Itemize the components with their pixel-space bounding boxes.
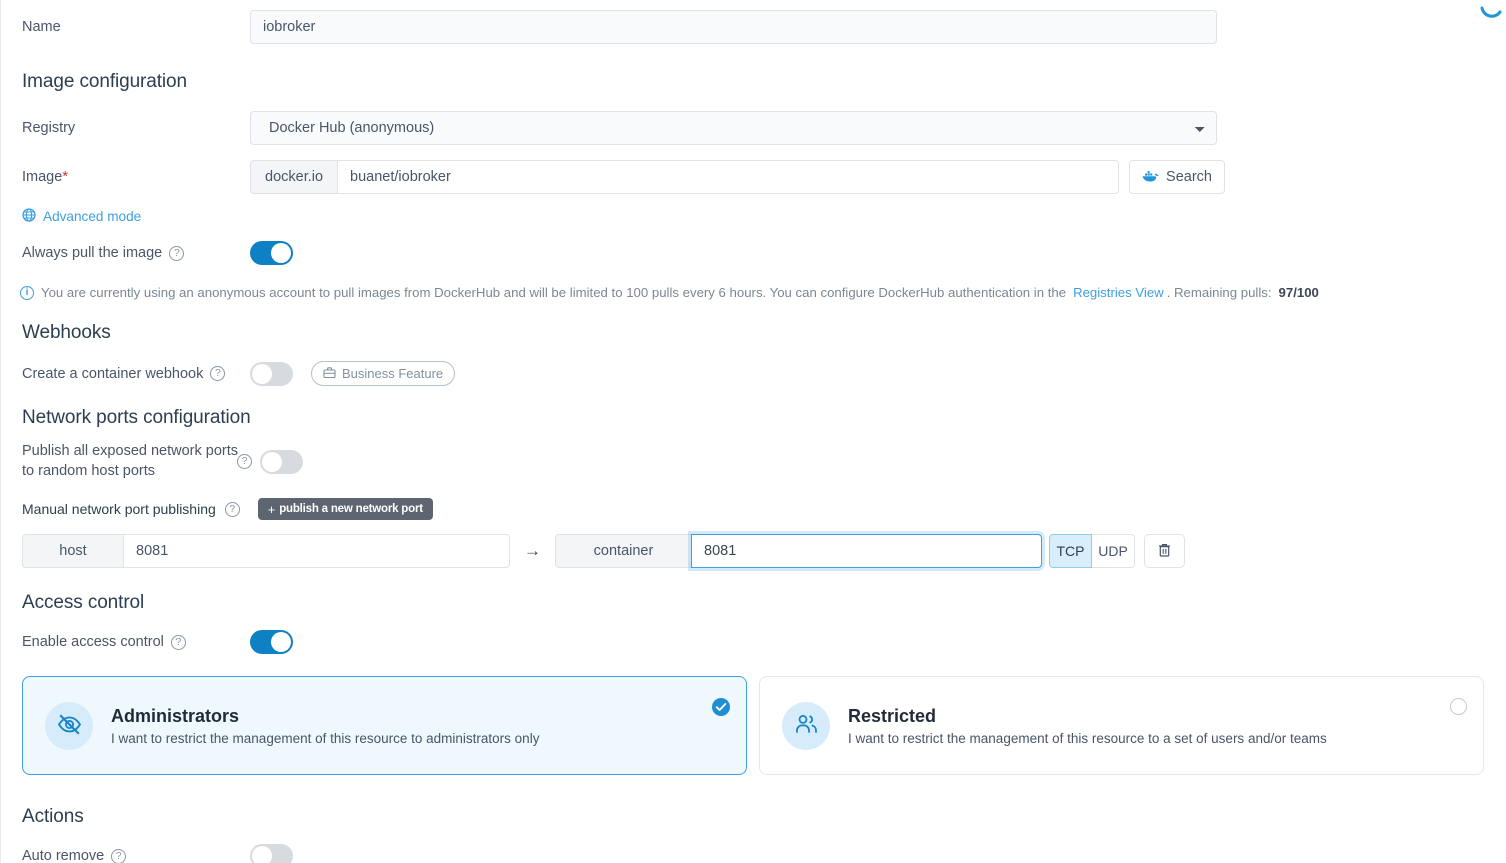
protocol-tcp-button[interactable]: TCP xyxy=(1049,534,1092,568)
container-port-input[interactable] xyxy=(691,534,1042,568)
check-circle-icon xyxy=(712,698,730,716)
administrators-description: I want to restrict the management of thi… xyxy=(111,731,539,746)
create-webhook-label: Create a container webhook xyxy=(22,366,203,382)
protocol-selector: TCP UDP xyxy=(1049,534,1135,568)
enable-access-control-label: Enable access control xyxy=(22,634,164,650)
business-feature-label: Business Feature xyxy=(342,366,443,381)
always-pull-toggle[interactable] xyxy=(250,241,293,265)
search-button-label: Search xyxy=(1166,169,1212,185)
plus-icon: + xyxy=(268,502,275,517)
image-label: Image* xyxy=(0,169,250,185)
question-mark-icon[interactable]: ? xyxy=(111,849,126,863)
publish-all-row: Publish all exposed network ports to ran… xyxy=(0,442,1506,481)
webhooks-title: Webhooks xyxy=(0,322,1506,344)
search-image-button[interactable]: Search xyxy=(1129,160,1225,194)
question-mark-icon[interactable]: ? xyxy=(171,635,186,650)
image-required-marker: * xyxy=(62,169,68,185)
question-mark-icon[interactable]: ? xyxy=(169,246,184,261)
enable-access-control-row: Enable access control ? xyxy=(0,630,1506,654)
manual-publishing-label: Manual network port publishing xyxy=(0,501,216,517)
protocol-udp-button[interactable]: UDP xyxy=(1092,534,1135,568)
network-ports-title: Network ports configuration xyxy=(0,407,1506,429)
image-input-group: docker.io xyxy=(250,160,1119,194)
dockerhub-rate-limit-info: i You are currently using an anonymous a… xyxy=(0,285,1506,300)
container-create-form: Name Image configuration Registry Docker… xyxy=(0,0,1506,863)
add-network-port-label: publish a new network port xyxy=(279,503,423,515)
administrators-text-block: Administrators I want to restrict the ma… xyxy=(111,706,539,746)
image-registry-prefix: docker.io xyxy=(250,160,337,194)
access-option-administrators[interactable]: Administrators I want to restrict the ma… xyxy=(22,676,747,775)
publish-all-toggle[interactable] xyxy=(260,450,303,474)
loading-spinner-icon xyxy=(1478,2,1504,28)
image-label-text: Image xyxy=(22,169,62,185)
create-webhook-toggle[interactable] xyxy=(250,362,293,386)
trash-icon xyxy=(1157,542,1172,561)
restricted-description: I want to restrict the management of thi… xyxy=(848,731,1327,746)
question-mark-icon[interactable]: ? xyxy=(210,366,225,381)
registry-row: Registry Docker Hub (anonymous) xyxy=(0,111,1506,145)
name-label: Name xyxy=(0,19,250,35)
remaining-pulls-value: 97/100 xyxy=(1279,285,1319,300)
always-pull-label: Always pull the image xyxy=(22,245,162,261)
question-mark-icon[interactable]: ? xyxy=(225,502,240,517)
administrators-title: Administrators xyxy=(111,706,539,727)
container-port-group: container xyxy=(555,534,1042,568)
business-feature-badge: Business Feature xyxy=(311,361,455,386)
dockerhub-info-text-after: . Remaining pulls: xyxy=(1167,285,1272,300)
advanced-mode-link[interactable]: Advanced mode xyxy=(0,208,1506,225)
image-input[interactable] xyxy=(337,160,1119,194)
registry-select[interactable]: Docker Hub (anonymous) xyxy=(250,111,1217,145)
container-port-addon-label: container xyxy=(555,534,691,568)
users-icon-wrap xyxy=(782,702,830,750)
name-row: Name xyxy=(0,0,1506,44)
registries-view-link[interactable]: Registries View xyxy=(1073,285,1164,300)
enable-access-control-toggle[interactable] xyxy=(250,630,293,654)
actions-title: Actions xyxy=(0,806,1506,828)
port-mapping-row: host → container TCP UDP xyxy=(0,534,1506,568)
create-webhook-row: Create a container webhook ? Business Fe… xyxy=(0,361,1506,386)
image-configuration-title: Image configuration xyxy=(0,71,1506,93)
add-network-port-button[interactable]: + publish a new network port xyxy=(258,498,433,520)
host-port-group: host xyxy=(22,534,510,568)
left-divider xyxy=(0,0,1,863)
registry-label: Registry xyxy=(0,120,250,136)
host-port-input[interactable] xyxy=(123,534,510,568)
advanced-mode-label: Advanced mode xyxy=(43,209,141,224)
question-mark-icon[interactable]: ? xyxy=(237,454,252,469)
image-row: Image* docker.io Search xyxy=(0,160,1506,194)
radio-unselected-icon xyxy=(1450,698,1467,715)
host-port-addon-label: host xyxy=(22,534,123,568)
restricted-title: Restricted xyxy=(848,706,1327,727)
manual-publishing-row: Manual network port publishing ? + publi… xyxy=(0,498,1506,520)
access-option-restricted[interactable]: Restricted I want to restrict the manage… xyxy=(759,676,1484,775)
publish-all-label: Publish all exposed network ports to ran… xyxy=(0,442,250,481)
name-input[interactable] xyxy=(250,10,1217,44)
arrow-right-icon: → xyxy=(524,541,541,561)
restricted-text-block: Restricted I want to restrict the manage… xyxy=(848,706,1327,746)
access-control-title: Access control xyxy=(0,592,1506,614)
dockerhub-info-text: You are currently using an anonymous acc… xyxy=(41,285,1066,300)
always-pull-row: Always pull the image ? xyxy=(0,241,1506,265)
access-control-options: Administrators I want to restrict the ma… xyxy=(0,676,1506,775)
docker-whale-icon xyxy=(1142,169,1159,186)
delete-port-mapping-button[interactable] xyxy=(1144,534,1185,568)
users-icon xyxy=(793,711,820,741)
globe-icon xyxy=(22,208,36,225)
auto-remove-toggle[interactable] xyxy=(250,844,293,863)
briefcase-icon xyxy=(323,366,336,382)
eye-off-icon xyxy=(56,711,83,741)
info-circle-icon: i xyxy=(20,286,34,300)
eye-off-icon-wrap xyxy=(45,702,93,750)
auto-remove-label: Auto remove xyxy=(22,848,104,863)
auto-remove-row: Auto remove ? xyxy=(0,844,1506,863)
